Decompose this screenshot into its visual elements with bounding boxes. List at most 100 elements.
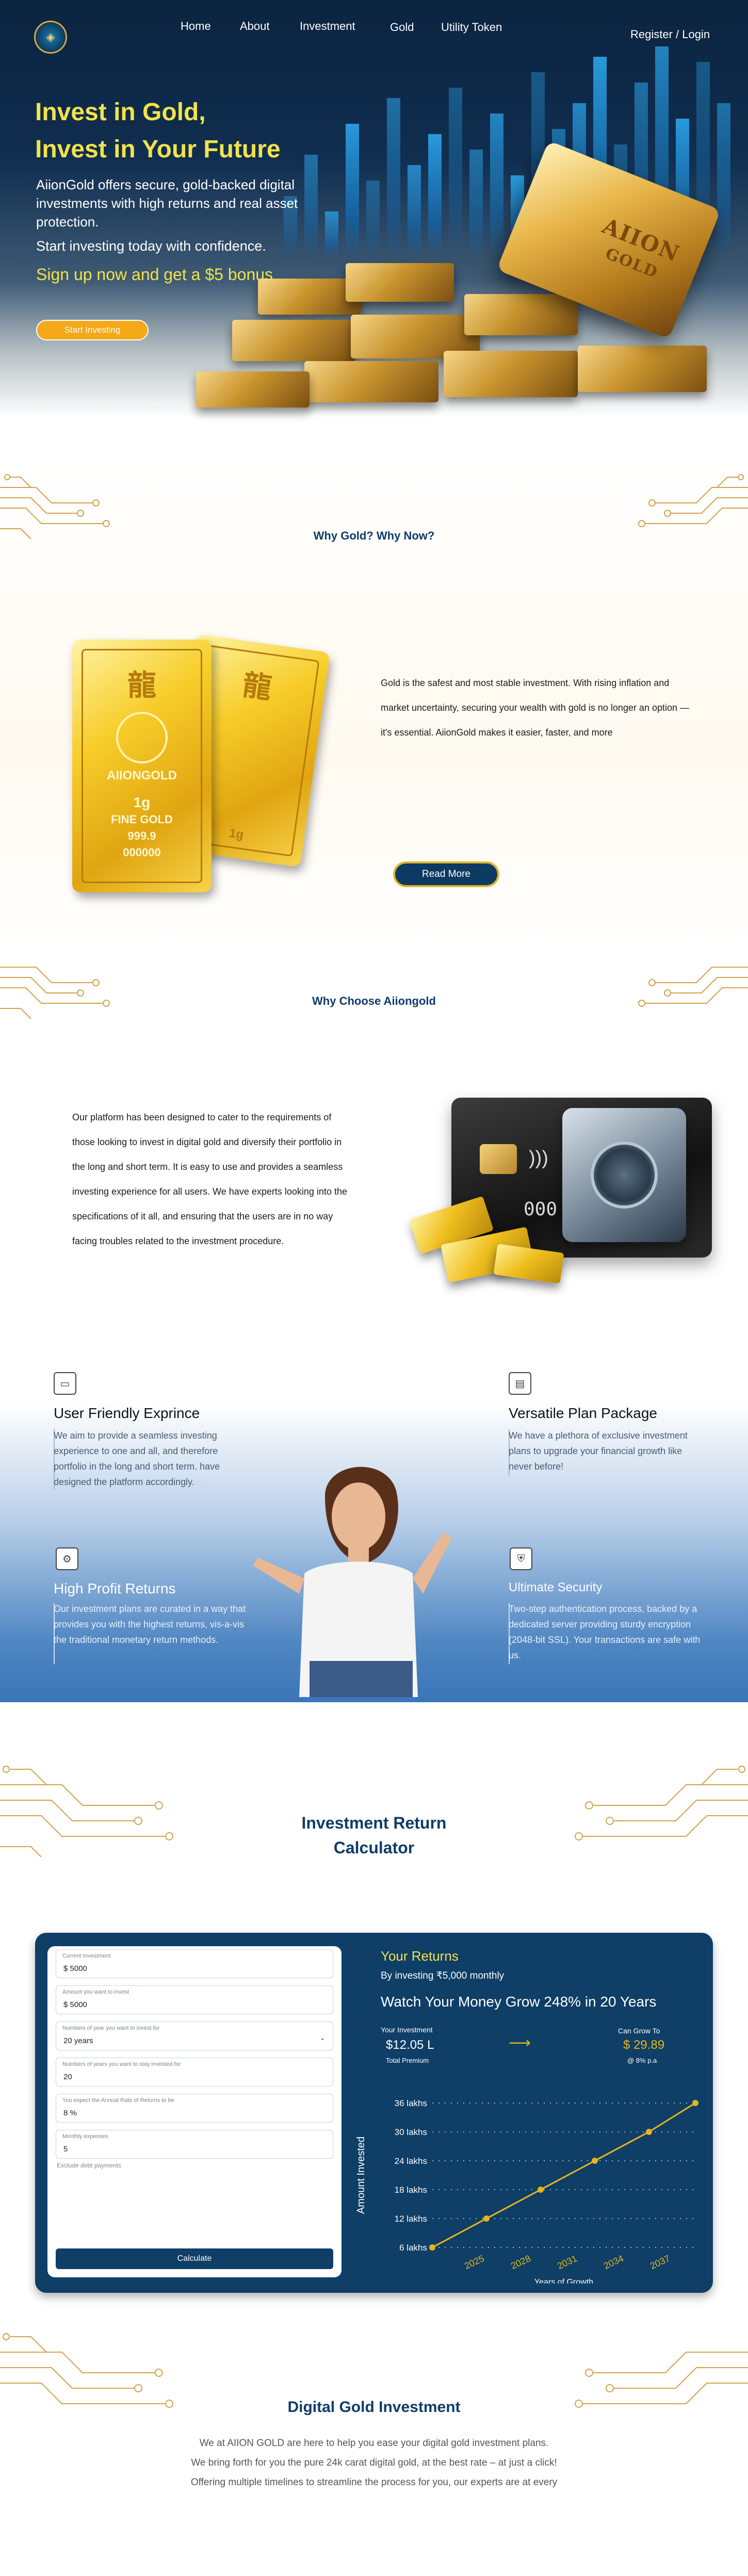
feature-text-user-friendly: We aim to provide a seamless investing e…	[54, 1430, 220, 1487]
start-investing-button[interactable]: Start Investing	[36, 320, 149, 340]
can-grow-value: $ 29.89	[623, 2038, 665, 2052]
exclude-debt-label: Exclude debt payments	[57, 2162, 121, 2169]
digital-gold-line-1: We at AIION GOLD are here to help you ea…	[199, 2438, 549, 2449]
feature-title-high-profit: High Profit Returns	[54, 1580, 176, 1596]
signup-bonus-text: Sign up now and get a $5 bonus	[36, 265, 273, 284]
arrow-right-icon: ⟶	[509, 2034, 531, 2051]
field-value: 20	[63, 2073, 72, 2081]
data-point	[538, 2187, 544, 2193]
shield-icon: ⛨	[510, 1547, 532, 1570]
hero-title-line2: Invest in Your Future	[35, 136, 281, 163]
x-axis-label: Years of Growth	[534, 2278, 593, 2284]
circuit-decoration-left-2	[0, 967, 110, 1019]
monthly-expenses-field[interactable]: Monthly expenses 5	[56, 2130, 333, 2159]
why-gold-paragraph: Gold is the safest and most stable inves…	[381, 678, 689, 738]
calculate-button[interactable]: Calculate	[56, 2248, 333, 2269]
calculator-title-line1: Investment Return	[301, 1814, 447, 1832]
field-value: 8 %	[63, 2109, 77, 2117]
hero-title-line1: Invest in Gold,	[35, 99, 206, 126]
feature-text-high-profit: Our investment plans are curated in a wa…	[54, 1604, 246, 1645]
growth-chart: 6 lakhs 12 lakhs 18 lakhs 24 lakhs 30 lakhs 3…	[355, 2098, 698, 2284]
calculator-form: Current Investment $ 5000 Amount you want…	[47, 1946, 342, 2277]
aiion-gold-logo-icon: ◈	[46, 30, 55, 43]
card-serial: 000000	[123, 846, 161, 859]
card-assay: 999.9	[127, 829, 156, 842]
y-axis-label: Amount Invested	[355, 2137, 367, 2214]
card-glyph: 龍	[127, 669, 156, 702]
data-point	[692, 2100, 698, 2106]
package-icon: ▤	[509, 1372, 531, 1395]
can-grow-label: Can Grow To	[618, 2027, 660, 2035]
circuit-decoration-right-2	[638, 967, 748, 1007]
nav-investment[interactable]: Investment	[300, 20, 355, 33]
years-invest-select[interactable]: Numbers of year you want to invest for 20…	[56, 2021, 333, 2050]
woman-pointing-image	[253, 1466, 452, 1697]
lotus-icon	[116, 712, 168, 763]
field-value: $ 5000	[63, 2000, 87, 2009]
your-investment-value: $12.05 L	[386, 2038, 434, 2052]
current-investment-field[interactable]: Current Investment $ 5000	[56, 1949, 333, 1978]
nav-home[interactable]: Home	[181, 20, 211, 33]
y-tick-label: 6 lakhs	[399, 2243, 427, 2253]
returns-headline: Watch Your Money Grow 248% in 20 Years	[381, 1994, 657, 2010]
nav-gold[interactable]: Gold	[390, 21, 414, 34]
brand-logo[interactable]: ◈	[34, 21, 67, 54]
digital-gold-title: Digital Gold Investment	[287, 2399, 461, 2416]
chevron-down-icon: ⌄	[319, 2033, 326, 2042]
y-tick-label: 24 lakhs	[395, 2156, 427, 2166]
profit-icon: ⚙	[56, 1547, 78, 1570]
field-value: $ 5000	[63, 1964, 87, 1973]
amount-invest-field[interactable]: Amount you want to invest $ 5000	[56, 1985, 333, 2014]
field-value: 5	[63, 2145, 68, 2154]
field-label: Amount you want to invest	[62, 1989, 129, 1995]
your-returns-heading: Your Returns	[381, 1948, 459, 1964]
years-stay-invested-field[interactable]: Numbers of years you want to stay invest…	[56, 2058, 333, 2086]
feature-title-versatile-plan: Versatile Plan Package	[509, 1405, 657, 1421]
data-point	[592, 2158, 598, 2164]
return-calculator: Current Investment $ 5000 Amount you want…	[35, 1933, 713, 2293]
digital-gold-line-3: Offering multiple timelines to streamlin…	[190, 2477, 558, 2488]
contactless-icon: )))	[529, 1147, 548, 1169]
digital-gold-line-2: We bring forth for you the pure 24k cara…	[191, 2457, 557, 2468]
read-more-button[interactable]: Read More	[393, 861, 499, 887]
card-chip	[480, 1144, 517, 1174]
hero-description: AiionGold offers secure, gold-backed dig…	[36, 177, 298, 230]
data-point	[483, 2215, 490, 2222]
register-login-link[interactable]: Register / Login	[630, 28, 710, 41]
page: AIION GOLD ◈ Home About Investment Gold U…	[0, 0, 748, 2576]
data-point	[646, 2129, 652, 2135]
browser-icon: ▭	[54, 1372, 76, 1395]
returns-subheading: By investing ₹5,000 monthly	[381, 1970, 505, 1981]
y-tick-label: 18 lakhs	[395, 2185, 427, 2195]
field-value: 20 years	[63, 2036, 93, 2045]
x-tick-label: 2028	[509, 2253, 532, 2271]
data-point	[429, 2244, 435, 2251]
calculator-title-line2: Calculator	[333, 1838, 415, 1857]
calculator-title: Investment Return Calculator	[0, 1811, 748, 1860]
annual-rate-field[interactable]: You expect the Annual Rate of Returns to…	[56, 2094, 333, 2123]
field-label: Current Investment	[62, 1953, 111, 1959]
y-tick-label: 30 lakhs	[395, 2127, 427, 2137]
why-gold-title: Why Gold? Why Now?	[313, 529, 435, 542]
x-tick-label: 2031	[556, 2253, 579, 2271]
nav-utility-token[interactable]: Utility Token	[441, 21, 502, 34]
field-label: Numbers of year you want to invest for	[62, 2025, 160, 2031]
feature-text-ultimate-security: Two-step authentication process, backed …	[509, 1604, 701, 1660]
y-tick-label: 12 lakhs	[395, 2214, 427, 2224]
your-investment-label: Your Investment	[381, 2026, 433, 2034]
feature-title-user-friendly: User Friendly Exprince	[54, 1405, 200, 1421]
growth-line	[432, 2102, 696, 2248]
field-label: Monthly expenses	[62, 2133, 108, 2140]
field-label: Numbers of years you want to stay invest…	[62, 2061, 181, 2067]
hero-section: AIION GOLD ◈ Home About Investment Gold U…	[0, 0, 748, 454]
card-brand: AIIONGOLD	[107, 769, 177, 782]
feature-title-ultimate-security: Ultimate Security	[509, 1580, 603, 1594]
hero-title: Invest in Gold, Invest in Your Future	[35, 94, 281, 168]
card-weight: 1g	[133, 794, 151, 810]
hero-description-2: Start investing today with confidence.	[36, 238, 266, 254]
rate-label: @ 8% p.a	[627, 2057, 657, 2064]
safe-vault-image	[562, 1108, 686, 1242]
feature-text-versatile-plan: We have a plethora of exclusive investme…	[509, 1430, 688, 1472]
total-premium-label: Total Premium	[386, 2057, 429, 2064]
nav-about[interactable]: About	[240, 20, 270, 33]
